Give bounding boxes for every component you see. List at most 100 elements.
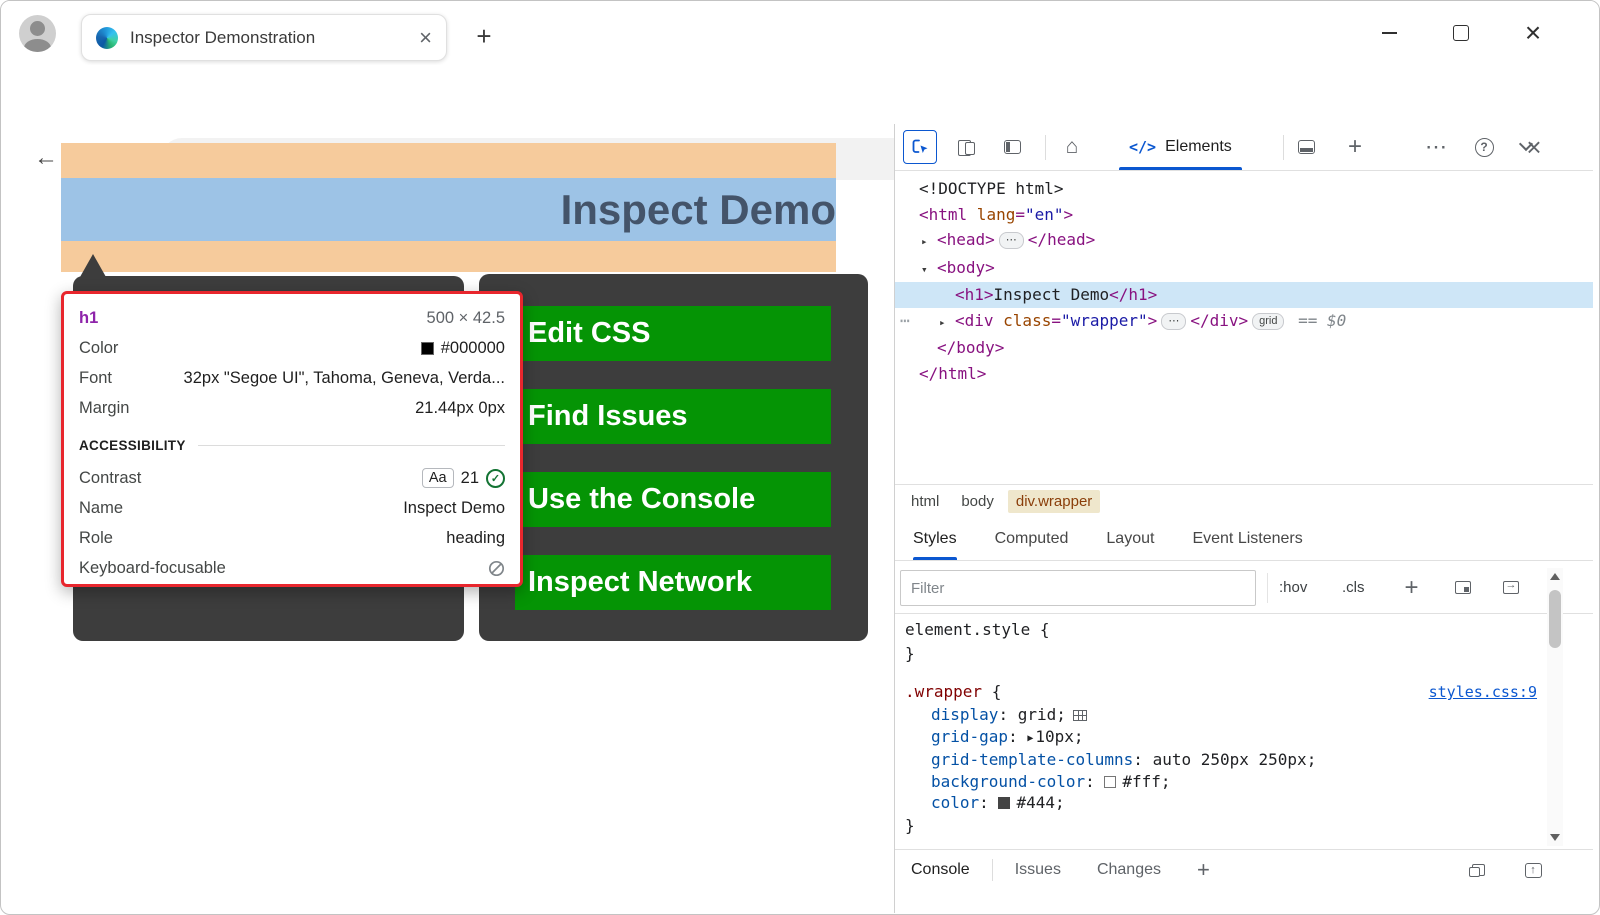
drawer-divider [992,859,993,881]
tab-layout[interactable]: Layout [1106,517,1154,560]
tooltip-font-value: 32px "Segoe UI", Tahoma, Geneva, Verda..… [184,369,505,388]
styles-filter-input[interactable] [900,570,1256,606]
css-line[interactable]: .wrapper {styles.css:9 [895,680,1593,704]
scrollbar-thumb[interactable] [1549,590,1561,648]
expand-arrow-icon[interactable]: ▸ [921,229,937,255]
drawer-tab-console[interactable]: Console [911,861,970,879]
name-value: Inspect Demo [403,499,505,518]
expand-arrow-icon[interactable]: ▸ [939,310,955,336]
code-segment: ⋯ [999,232,1024,249]
help-button[interactable] [1467,130,1501,164]
new-style-rule-button[interactable] [1395,571,1428,604]
drawer-tab-issues[interactable]: Issues [1015,861,1061,879]
code-segment: auto 250px 250px [1153,750,1307,769]
profile-avatar[interactable] [19,15,56,52]
breadcrumb-item[interactable]: body [953,490,1002,513]
dom-tree-node[interactable]: ▸<head>⋯</head> [895,227,1593,255]
elements-tab-label: Elements [1165,138,1232,156]
add-tools-button[interactable] [1338,130,1372,164]
dom-tree-node[interactable]: ⋯▸<div class="wrapper">⋯</div>grid == $0 [895,308,1593,336]
focus-mode-button[interactable] [995,130,1029,164]
drawer-bar: Console Issues Changes [895,849,1593,889]
home-button[interactable] [1055,130,1089,164]
toggle-hover-state-button[interactable]: :hov [1279,561,1307,614]
css-line[interactable]: element.style { [895,618,1593,642]
breadcrumb-item[interactable]: html [903,490,947,513]
dom-tree-node[interactable]: <h1>Inspect Demo</h1> [895,282,1593,308]
code-segment: ; [1056,705,1066,724]
dom-tree-node[interactable]: </body> [895,335,1593,361]
sidebar-tabs: Styles Computed Layout Event Listeners [895,517,1593,561]
contrast-pass-icon [486,469,505,488]
tab-event-listeners[interactable]: Event Listeners [1192,517,1302,560]
console-drawer-button[interactable] [1289,130,1323,164]
demo-button[interactable]: Find Issues [515,389,831,444]
scrollbar-down-icon[interactable] [1550,834,1560,841]
styles-scrollbar[interactable] [1547,568,1563,846]
css-line[interactable]: display: grid; [895,704,1593,726]
css-line[interactable]: grid-template-columns: auto 250px 250px; [895,749,1593,771]
css-line[interactable]: grid-gap: ▶10px; [895,726,1593,750]
navigation-bar: https://microsoftedge.github.io/Demos/de… [1,65,1599,124]
maximize-button[interactable] [1425,1,1497,65]
css-line[interactable]: } [895,814,1593,838]
new-tab-button[interactable] [467,19,501,53]
device-emulation-button[interactable] [949,130,983,164]
dom-tree-node[interactable]: </html> [895,361,1593,387]
code-segment [1073,710,1087,721]
dock-drawer-button[interactable] [1461,854,1493,886]
drawer-tab-changes[interactable]: Changes [1097,861,1161,879]
accessibility-divider [198,445,505,446]
inspect-element-button[interactable] [903,130,937,164]
tooltip-font-label: Font [79,369,112,388]
code-segment: grid-gap [931,727,1008,746]
code-segment: 10px [1035,727,1074,746]
css-line[interactable]: background-color: #fff; [895,771,1593,793]
demo-button[interactable]: Edit CSS [515,306,831,361]
tab-styles[interactable]: Styles [913,517,957,560]
css-line[interactable]: } [895,642,1593,666]
code-segment: } [905,644,915,663]
breadcrumb-item[interactable]: div.wrapper [1008,490,1100,513]
demo-button[interactable]: Inspect Network [515,555,831,610]
dom-tree: <!DOCTYPE html> <html lang="en">▸<head>⋯<… [895,172,1593,484]
drawer-add-button[interactable] [1197,857,1210,883]
expand-arrow-icon[interactable]: ▾ [921,257,937,283]
close-window-button[interactable] [1497,1,1569,65]
scrollbar-up-icon[interactable] [1550,573,1560,580]
code-segment: <!DOCTYPE html> [919,179,1064,198]
tooltip-dimensions: 500 × 42.5 [427,309,505,328]
toolbar-divider [1045,135,1046,160]
rendering-emulations-button[interactable] [1446,571,1479,604]
tab-close-icon[interactable] [419,25,432,51]
dom-tree-node[interactable]: <!DOCTYPE html> [895,176,1593,202]
code-segment: : [1133,750,1152,769]
title-bar: Inspector Demonstration [1,1,1599,65]
more-options-button[interactable] [1419,130,1453,164]
back-button[interactable] [29,141,63,175]
toggle-class-button[interactable]: .cls [1342,561,1365,614]
tab-computed[interactable]: Computed [995,517,1069,560]
minimize-button[interactable] [1353,1,1425,65]
code-segment: ; [1307,750,1317,769]
dom-tree-node[interactable]: ▾<body> [895,255,1593,283]
demo-button[interactable]: Use the Console [515,472,831,527]
demo-button-list: Edit CSS Find Issues Use the Console Inspec… [515,306,831,610]
code-segment: = [1015,205,1025,224]
computed-sidebar-button[interactable] [1494,571,1527,604]
expand-drawer-button[interactable] [1517,854,1549,886]
code-segment: : [1085,772,1104,791]
dom-tree-node[interactable]: <html lang="en"> [895,202,1593,228]
node-menu-icon[interactable]: ⋯ [900,308,909,334]
code-segment: </head> [1028,230,1095,249]
window-controls [1353,1,1569,65]
code-segment: <body> [937,258,995,277]
stylesheet-link[interactable]: styles.css:9 [1429,680,1537,704]
drawer-tab-list: Console Issues Changes [911,859,1161,881]
code-segment: == $0 [1288,311,1346,330]
browser-tab[interactable]: Inspector Demonstration [81,14,447,61]
tab-elements[interactable]: </> Elements [1113,124,1248,170]
css-line[interactable]: color: #444; [895,792,1593,814]
margin-highlight-bottom [61,241,836,272]
code-segment: display [931,705,998,724]
